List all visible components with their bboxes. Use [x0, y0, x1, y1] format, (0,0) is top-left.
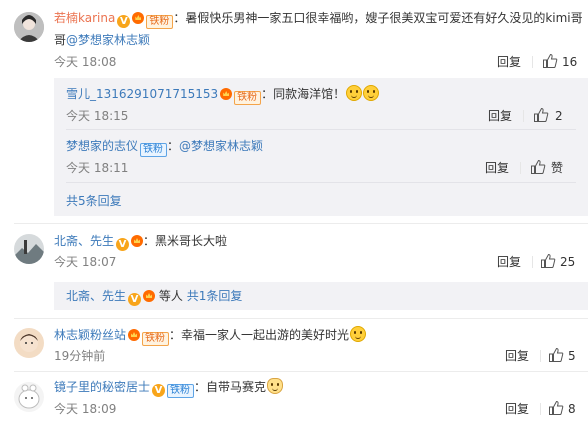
comment-text: 北斋、先生 V ：黑米哥长大啦 [54, 232, 227, 251]
reply-text: 雪儿_1316291071715153 铁粉 ：同款海洋馆！ [66, 85, 380, 105]
smile-emoji-icon [363, 85, 380, 101]
reply-text: 梦想家的志仪 铁粉 ：@梦想家林志颖 [66, 137, 263, 157]
like-thumb-icon[interactable] [533, 107, 549, 123]
vip-crown-icon [132, 12, 145, 24]
like-thumb-icon[interactable] [548, 347, 564, 363]
like-count: 8 [568, 402, 576, 416]
comment-author[interactable]: 镜子里的秘密居士 [54, 380, 150, 394]
avatar[interactable] [14, 234, 44, 264]
divider [532, 56, 533, 68]
reply-author[interactable]: 梦想家的志仪 [66, 139, 138, 153]
reply-button[interactable]: 回复 [488, 108, 512, 124]
avatar[interactable] [14, 382, 44, 412]
divider [523, 110, 524, 122]
comment-text: 镜子里的秘密居士 V 铁粉 ：自带马赛克 [54, 378, 284, 398]
reply-button[interactable]: 回复 [497, 254, 521, 270]
comment-author[interactable]: 林志颖粉丝站 [54, 328, 126, 342]
fan-badge: 铁粉 [234, 91, 262, 105]
vip-crown-icon [143, 290, 156, 302]
comment-body: ：自带马赛克 [194, 380, 267, 394]
avatar-landscape-icon [14, 234, 44, 264]
like-count: 2 [555, 109, 563, 123]
divider [66, 182, 576, 183]
avatar-portrait-icon [14, 12, 44, 42]
avatar-portrait-icon [14, 328, 44, 358]
fan-badge: 铁粉 [146, 15, 174, 29]
reply-button[interactable]: 回复 [505, 348, 529, 364]
verified-v-icon: V [117, 15, 131, 28]
reply-time: 今天 18:11 [66, 161, 129, 175]
like-thumb-icon[interactable] [530, 159, 546, 175]
divider [520, 162, 521, 174]
collapsed-reply: 北斋、先生 V 等人 共1条回复 [66, 287, 242, 306]
divider [14, 318, 588, 319]
verified-v-icon: V [128, 293, 142, 306]
like-label: 赞 [551, 161, 564, 175]
comment-text-line2: 哥@梦想家林志颖 [54, 31, 150, 49]
reply-etc: 等人 [158, 289, 183, 303]
comment-text: 若楠karina V 铁粉 ：暑假快乐男神一家五口很幸福哟，嫂子很美双宝可爱还有好久没… [54, 9, 583, 29]
reply-body: ：同款海洋馆！ [261, 87, 346, 101]
comment-author[interactable]: 北斋、先生 [54, 234, 114, 248]
fan-badge: 铁粉 [142, 332, 170, 346]
comment-text: 林志颖粉丝站 铁粉 ：幸福一家人一起出游的美好时光 [54, 326, 367, 346]
like-count: 5 [568, 349, 576, 363]
divider [540, 350, 541, 362]
comment-time: 19分钟前 [54, 349, 106, 363]
like-thumb-icon[interactable] [540, 253, 556, 269]
fan-badge: 铁粉 [140, 143, 168, 157]
reply-author[interactable]: 北斋、先生 [66, 289, 126, 303]
smile-emoji-icon [350, 326, 367, 342]
cat-emoji-icon [267, 378, 284, 394]
verified-v-icon: V [116, 238, 130, 251]
verified-v-icon: V [152, 384, 166, 397]
more-replies-link[interactable]: 共5条回复 [66, 192, 122, 210]
fan-badge: 铁粉 [167, 384, 195, 398]
mention-link[interactable]: @梦想家林志颖 [66, 33, 150, 47]
avatar-cartoon-icon [14, 382, 44, 412]
vip-crown-icon [128, 329, 141, 341]
divider [66, 129, 576, 130]
more-replies-link[interactable]: 共1条回复 [187, 289, 243, 303]
like-count: 16 [562, 55, 578, 69]
avatar[interactable] [14, 12, 44, 42]
divider [14, 223, 588, 224]
comment-time: 今天 18:07 [54, 255, 117, 269]
like-thumb-icon[interactable] [542, 53, 558, 69]
comment-body: ：幸福一家人一起出游的美好时光 [169, 328, 350, 342]
reply-author[interactable]: 雪儿_1316291071715153 [66, 87, 218, 101]
vip-crown-icon [131, 235, 144, 247]
like-count: 25 [560, 255, 576, 269]
comment-body: ：黑米哥长大啦 [143, 234, 228, 248]
smile-emoji-icon [346, 85, 363, 101]
reply-button[interactable]: 回复 [505, 401, 529, 417]
reply-time: 今天 18:15 [66, 109, 129, 123]
avatar[interactable] [14, 328, 44, 358]
comment-author[interactable]: 若楠karina [54, 11, 115, 25]
comment-time: 今天 18:09 [54, 402, 117, 416]
comment-time: 今天 18:08 [54, 55, 117, 69]
reply-button[interactable]: 回复 [485, 160, 509, 176]
comment-body: ：暑假快乐男神一家五口很幸福哟，嫂子很美双宝可爱还有好久没见的kimi哥 [173, 11, 583, 25]
like-thumb-icon[interactable] [548, 400, 564, 416]
comment-body-cont: 哥 [54, 33, 67, 47]
reply-button[interactable]: 回复 [497, 54, 521, 70]
vip-crown-icon [220, 88, 233, 100]
reply-sep: ： [167, 139, 180, 153]
mention-link[interactable]: @梦想家林志颖 [179, 139, 263, 153]
divider [540, 403, 541, 415]
divider [532, 256, 533, 268]
divider [14, 371, 588, 372]
